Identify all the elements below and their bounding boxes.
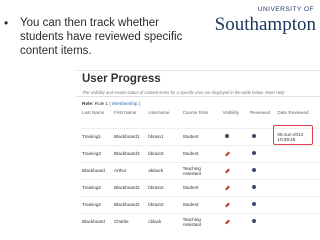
page-title: User Progress	[82, 73, 161, 85]
eye-icon[interactable]	[224, 134, 229, 139]
check-icon[interactable]	[251, 202, 256, 207]
last-name-cell: Training2	[80, 196, 112, 214]
course-role-cell: Student	[180, 196, 221, 214]
divider	[76, 96, 320, 97]
column-header[interactable]: Course Role	[181, 109, 221, 129]
visibility-cell	[220, 145, 248, 163]
first-name-cell: Blackboard3	[112, 145, 147, 163]
course-role-cell: Teaching Assistant	[180, 162, 221, 180]
visibility-cell	[220, 162, 248, 180]
last-name-cell: Training2	[80, 179, 112, 197]
first-name-cell: Blackboard2	[112, 196, 147, 214]
check-icon[interactable]	[251, 151, 256, 156]
reviewed-cell	[247, 128, 276, 146]
check-icon[interactable]	[251, 134, 256, 139]
visibility-cell	[220, 196, 248, 214]
reviewed-cell	[247, 162, 276, 180]
date-reviewed-cell	[275, 196, 320, 214]
last-name-cell: Blackboard	[80, 213, 112, 230]
check-icon[interactable]	[251, 185, 256, 190]
last-name-cell: Training3	[80, 145, 112, 163]
date-reviewed-cell	[275, 179, 320, 197]
reviewed-cell	[247, 145, 276, 163]
bullet-text: You can then track whether students have…	[20, 17, 183, 57]
first-name-cell: Charlie	[112, 213, 147, 230]
table-row: Training3 Blackboard3 bbrain3 Student	[80, 145, 320, 163]
check-icon[interactable]	[251, 219, 256, 224]
reviewed-cell	[247, 213, 276, 230]
first-name-cell: Blackboard1	[112, 128, 147, 146]
logo-southampton: Southampton	[214, 14, 316, 35]
username-cell: bbrain2	[146, 179, 181, 197]
page-description: The visibility and review status of cont…	[82, 90, 285, 95]
reviewed-cell	[247, 179, 276, 197]
column-header[interactable]: Last Name	[80, 109, 112, 129]
username-cell: bbrain3	[146, 145, 181, 163]
date-highlight-box	[273, 125, 313, 145]
username-cell: bbrain1	[146, 128, 181, 146]
first-name-cell: Arthur	[112, 162, 147, 180]
username-cell: cblack	[146, 213, 181, 230]
membership-link[interactable]: ( Membership )	[109, 101, 140, 106]
course-role-cell: Student	[180, 179, 221, 197]
reviewed-cell	[247, 196, 276, 214]
date-reviewed-cell	[275, 145, 320, 163]
pencil-icon[interactable]	[224, 202, 230, 208]
visibility-cell	[220, 179, 248, 197]
role-label: Role:	[82, 101, 94, 106]
username-cell: bbrain3	[146, 196, 181, 214]
column-header[interactable]: Visibility	[221, 109, 248, 129]
date-reviewed-cell	[275, 213, 320, 230]
check-icon[interactable]	[251, 168, 256, 173]
logo-university-of: UNIVERSITY OF	[257, 6, 314, 13]
first-name-cell: Blackboard2	[112, 179, 147, 197]
pencil-icon[interactable]	[224, 219, 230, 225]
slide: • You can then track whether students ha…	[0, 0, 320, 240]
course-role-cell: Student	[180, 145, 221, 163]
pencil-icon[interactable]	[224, 185, 230, 191]
course-role-cell: Teaching Assistant	[180, 213, 221, 230]
last-name-cell: Training1	[80, 128, 112, 146]
course-role-cell: Student	[180, 128, 221, 146]
pencil-icon[interactable]	[224, 151, 230, 157]
column-header[interactable]: First Name	[112, 109, 146, 129]
role-value: Rule 1	[94, 101, 109, 106]
last-name-cell: Blackboard	[80, 162, 112, 180]
university-logo: UNIVERSITY OF Southampton	[212, 6, 318, 46]
table-row: Blackboard Arthur abback Teaching Assistant	[80, 162, 320, 180]
column-header[interactable]: Username	[146, 109, 180, 129]
table-row: Training2 Blackboard2 bbrain3 Student	[80, 196, 320, 214]
visibility-cell	[220, 128, 248, 146]
username-cell: abback	[146, 162, 181, 180]
visibility-cell	[220, 213, 248, 230]
role-line: Role: Rule 1 ( Membership )	[82, 101, 140, 106]
pencil-icon[interactable]	[224, 168, 230, 174]
table-row: Training2 Blackboard2 bbrain2 Student	[80, 179, 320, 197]
date-reviewed-cell	[275, 162, 320, 180]
column-header[interactable]: Reviewed	[248, 109, 275, 129]
user-progress-screenshot: User Progress The visibility and review …	[76, 70, 320, 237]
bullet-dot: •	[4, 16, 9, 30]
table-row: Blackboard Charlie cblack Teaching Assistan…	[80, 213, 320, 230]
